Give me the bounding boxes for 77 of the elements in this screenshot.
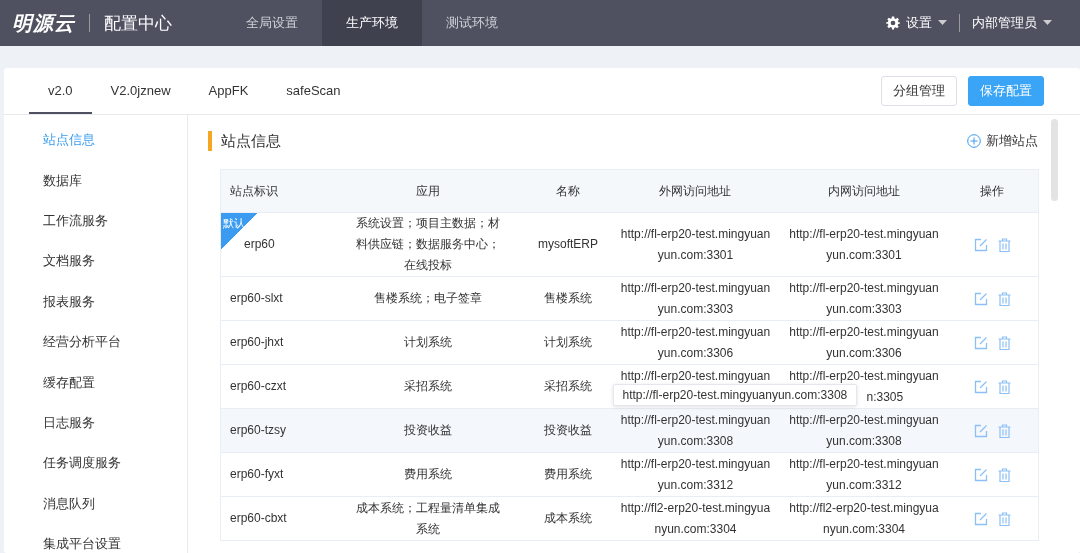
edit-icon[interactable] bbox=[974, 335, 989, 350]
table-cell-text: http://fl-erp20-test.mingyuan bbox=[788, 367, 940, 385]
nav-tab[interactable]: 生产环境 bbox=[322, 0, 422, 46]
table-cell-text: 成本系统；工程量清单集成系统 bbox=[355, 499, 501, 538]
sidebar-item[interactable]: 报表服务 bbox=[4, 281, 187, 322]
delete-icon[interactable] bbox=[998, 423, 1012, 438]
edit-icon[interactable] bbox=[974, 511, 989, 526]
settings-menu[interactable]: 设置 bbox=[906, 14, 932, 32]
table-cell-text: 采招系统 bbox=[403, 378, 453, 395]
table-cell-text: mysoftERP bbox=[537, 236, 599, 253]
table-cell-text: http://fl2-erp20-test.mingyua nyun.com:3304 bbox=[619, 499, 772, 538]
scrollbar[interactable] bbox=[1051, 119, 1058, 201]
sidebar-item[interactable]: 文档服务 bbox=[4, 241, 187, 282]
column-header: 名称 bbox=[525, 169, 611, 213]
column-header: 外网访问地址 bbox=[610, 169, 781, 213]
delete-icon[interactable] bbox=[998, 335, 1012, 350]
sidebar-item[interactable]: 工作流服务 bbox=[4, 200, 187, 242]
table-cell-text: erp60-fyxt bbox=[229, 466, 285, 483]
gear-icon bbox=[886, 16, 900, 30]
delete-icon[interactable] bbox=[998, 237, 1012, 252]
sidebar-item[interactable]: 任务调度服务 bbox=[4, 443, 187, 484]
add-icon bbox=[967, 134, 981, 148]
column-header: 内网访问地址 bbox=[780, 169, 948, 213]
table-cell-text: 售楼系统 bbox=[543, 290, 593, 307]
table-cell-text: 计划系统 bbox=[403, 334, 453, 351]
edit-icon[interactable] bbox=[974, 379, 989, 394]
version-tab[interactable]: v2.0 bbox=[29, 68, 92, 114]
table-cell-text: http://fl2-erp20-test.mingyua nyun.com:3304 bbox=[788, 499, 940, 538]
nav-tab[interactable]: 测试环境 bbox=[422, 0, 522, 46]
column-header: 应用 bbox=[330, 169, 526, 213]
table-cell-text: 成本系统 bbox=[543, 510, 593, 527]
caret-icon bbox=[938, 20, 947, 26]
sidebar-item[interactable]: 集成平台设置 bbox=[4, 523, 187, 553]
table-cell-text: http://fl-erp20-test.mingyuan yun.com:3301 bbox=[788, 225, 940, 264]
table-cell-text: http://fl-erp20-test.mingyuan bbox=[619, 367, 772, 385]
nav-tab[interactable]: 全局设置 bbox=[222, 0, 322, 46]
table-cell-text: 售楼系统；电子签章 bbox=[373, 290, 483, 307]
group-button[interactable]: 分组管理 bbox=[881, 76, 957, 106]
edit-icon[interactable] bbox=[974, 291, 989, 306]
sidebar-item[interactable]: 缓存配置 bbox=[4, 362, 187, 403]
logo: 明源云 bbox=[12, 10, 75, 36]
table-cell-text: 采招系统 bbox=[543, 378, 593, 395]
edit-icon[interactable] bbox=[974, 467, 989, 482]
table-cell-text: erp60-slxt bbox=[229, 290, 284, 307]
table-cell-text: erp60-czxt bbox=[229, 378, 288, 395]
delete-icon[interactable] bbox=[998, 511, 1012, 526]
sidebar-item[interactable]: 经营分析平台 bbox=[4, 321, 187, 363]
column-header: 操作 bbox=[947, 169, 1039, 213]
tooltip: http://fl-erp20-test.mingyuanyun.com:3308 bbox=[612, 384, 858, 406]
table-cell-text: erp60-jhxt bbox=[229, 334, 285, 351]
version-tab[interactable]: safeScan bbox=[267, 68, 360, 114]
sidebar-item[interactable]: 日志服务 bbox=[4, 402, 187, 444]
version-tab[interactable]: AppFK bbox=[189, 68, 268, 114]
table-cell-text: 投资收益 bbox=[543, 422, 593, 439]
section-title: 站点信息 bbox=[208, 131, 281, 151]
sidebar-item[interactable]: 消息队列 bbox=[4, 483, 187, 524]
table-cell-text: 费用系统 bbox=[543, 466, 593, 483]
table-cell-text: 系统设置；项目主数据；材料供应链；数据服务中心；在线投标 bbox=[355, 215, 501, 274]
table-cell-text: erp60-tzsy bbox=[229, 422, 288, 439]
table-cell-text: 计划系统 bbox=[543, 334, 593, 351]
app-title: 配置中心 bbox=[104, 12, 173, 35]
edit-icon[interactable] bbox=[974, 237, 989, 252]
table-cell-text: erp60 bbox=[243, 236, 276, 253]
sidebar-item[interactable]: 数据库 bbox=[4, 160, 187, 201]
delete-icon[interactable] bbox=[998, 291, 1012, 306]
version-tab[interactable]: V2.0jznew bbox=[91, 68, 190, 114]
column-header: 站点标识 bbox=[220, 169, 331, 213]
caret-icon bbox=[1043, 20, 1052, 26]
edit-icon[interactable] bbox=[974, 423, 989, 438]
table-cell-text: 费用系统 bbox=[403, 466, 453, 483]
user-menu[interactable]: 内部管理员 bbox=[972, 14, 1037, 32]
add-site-button[interactable]: 新增站点 bbox=[967, 132, 1038, 150]
delete-icon[interactable] bbox=[998, 467, 1012, 482]
delete-icon[interactable] bbox=[998, 379, 1012, 394]
table-cell-text: erp60-cbxt bbox=[229, 510, 288, 527]
table-cell-text: http://fl-erp20-test.mingyuan yun.com:3301 bbox=[619, 225, 772, 264]
table-cell-text: 投资收益 bbox=[403, 422, 453, 439]
